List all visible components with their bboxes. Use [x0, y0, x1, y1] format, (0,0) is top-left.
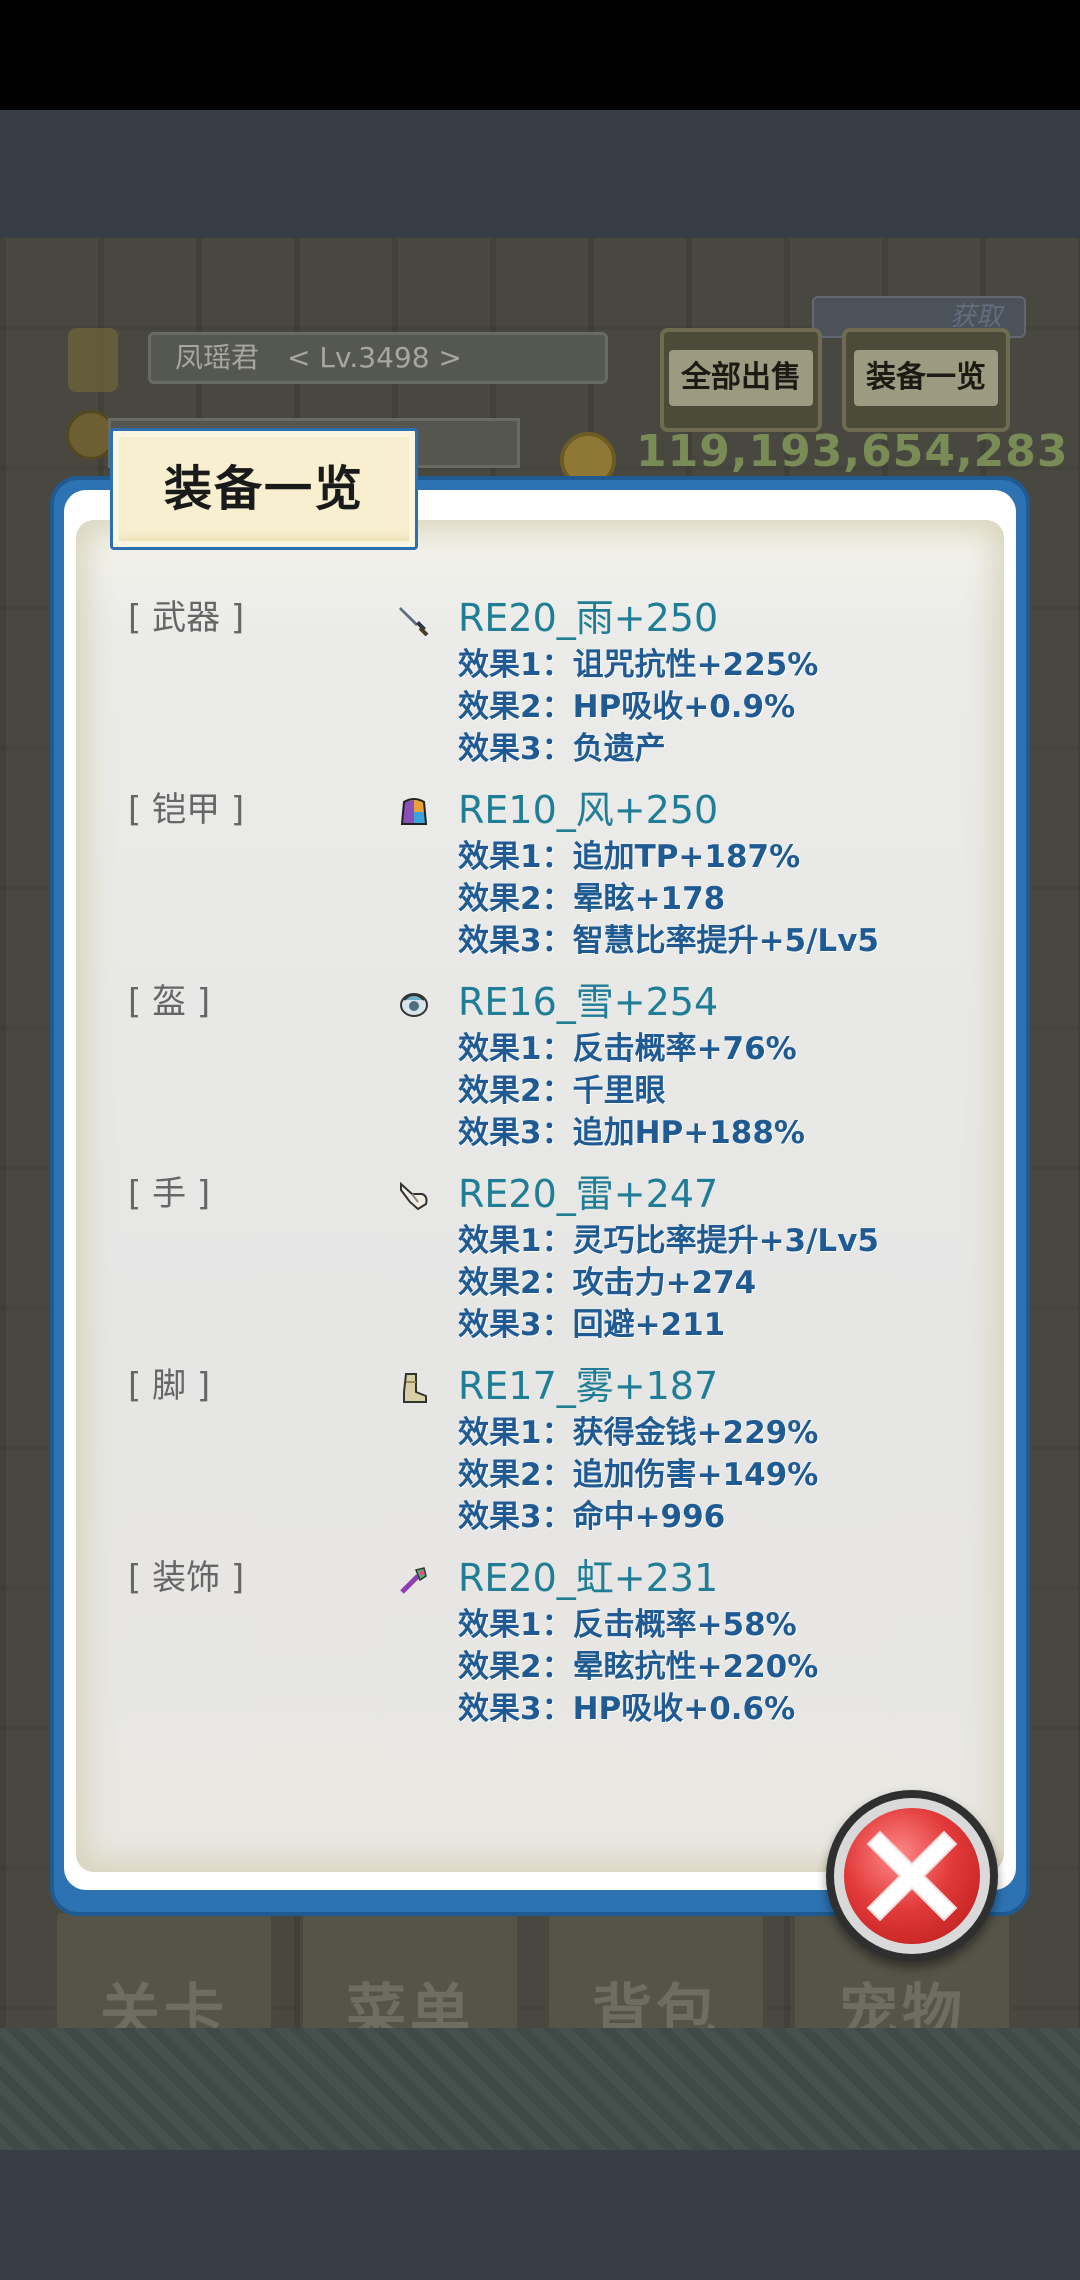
item-effect: 效果2：HP吸收+0.9%: [458, 689, 796, 725]
item-effect: 效果1：追加TP+187%: [458, 839, 801, 875]
slot-label: [ 铠甲 ]: [128, 790, 245, 830]
slot-label: [ 武器 ]: [128, 598, 245, 638]
equipment-slot-foot: [ 脚 ] RE17_雾+187 效果1：获得金钱+229% 效果2：追加伤害+…: [128, 1358, 988, 1550]
item-effect: 效果1：反击概率+58%: [458, 1607, 797, 1643]
close-icon: [866, 1830, 958, 1922]
item-effect: 效果2：追加伤害+149%: [458, 1457, 819, 1493]
dialog-title: 装备一览: [163, 461, 364, 517]
item-effect: 效果1：反击概率+76%: [458, 1031, 797, 1067]
item-name: RE17_雾+187: [458, 1364, 719, 1408]
helmet-icon: [400, 993, 428, 1017]
item-effect: 效果1：诅咒抗性+225%: [458, 647, 819, 683]
accessory-icon: [400, 1567, 427, 1594]
status-bar-area: [0, 0, 1080, 110]
boot-icon: [403, 1373, 427, 1403]
item-effect: 效果1：获得金钱+229%: [458, 1415, 819, 1451]
slot-label: [ 盔 ]: [128, 982, 211, 1022]
dialog-title-box: 装备一览: [110, 428, 418, 550]
close-button[interactable]: [826, 1790, 998, 1962]
item-effect: 效果3：回避+211: [458, 1307, 726, 1343]
glove-icon: [400, 1181, 428, 1211]
game-screen: { "player": { "name": "凤瑶君", "level": "<…: [0, 0, 1080, 2280]
slot-label: [ 装饰 ]: [128, 1558, 245, 1598]
equipment-slot-weapon: [ 武器 ] RE20_雨+250 效果1：诅咒抗性+225% 效果2：HP吸收…: [128, 590, 988, 782]
item-effect: 效果3：追加HP+188%: [458, 1115, 805, 1151]
slot-label: [ 脚 ]: [128, 1366, 211, 1406]
item-effect: 效果2：千里眼: [458, 1073, 666, 1109]
item-name: RE20_虹+231: [458, 1556, 719, 1600]
equipment-list: [ 武器 ] RE20_雨+250 效果1：诅咒抗性+225% 效果2：HP吸收…: [128, 590, 988, 1742]
item-effect: 效果3：命中+996: [458, 1499, 726, 1535]
item-name: RE20_雷+247: [458, 1172, 719, 1216]
item-name: RE10_风+250: [458, 788, 719, 832]
equipment-slot-armor: [ 铠甲 ] RE10_风+250 效果1：追加TP+187% 效果2：晕眩+1…: [128, 782, 988, 974]
item-effect: 效果2：晕眩+178: [458, 881, 726, 917]
top-system-bar: [0, 110, 1080, 238]
item-name: RE16_雪+254: [458, 980, 719, 1024]
equipment-slot-helmet: [ 盔 ] RE16_雪+254 效果1：反击概率+76% 效果2：千里眼 效果…: [128, 974, 988, 1166]
equipment-slot-accessory: [ 装饰 ] RE20_虹+231 效果1：反击概率+58% 效果2：晕眩抗性+…: [128, 1550, 988, 1742]
item-effect: 效果3：智慧比率提升+5/Lv5: [458, 923, 879, 959]
item-effect: 效果1：灵巧比率提升+3/Lv5: [458, 1223, 879, 1259]
armor-icon: [400, 798, 428, 825]
sword-icon: [399, 606, 429, 636]
item-effect: 效果3：HP吸收+0.6%: [458, 1691, 796, 1727]
bottom-system-bar: [0, 2150, 1080, 2280]
slot-label: [ 手 ]: [128, 1174, 211, 1214]
item-effect: 效果2：攻击力+274: [458, 1265, 757, 1301]
item-effect: 效果3：负遗产: [458, 731, 666, 767]
item-effect: 效果2：晕眩抗性+220%: [458, 1649, 819, 1685]
equipment-slot-hand: [ 手 ] RE20_雷+247 效果1：灵巧比率提升+3/Lv5 效果2：攻击…: [128, 1166, 988, 1358]
item-name: RE20_雨+250: [458, 596, 719, 640]
